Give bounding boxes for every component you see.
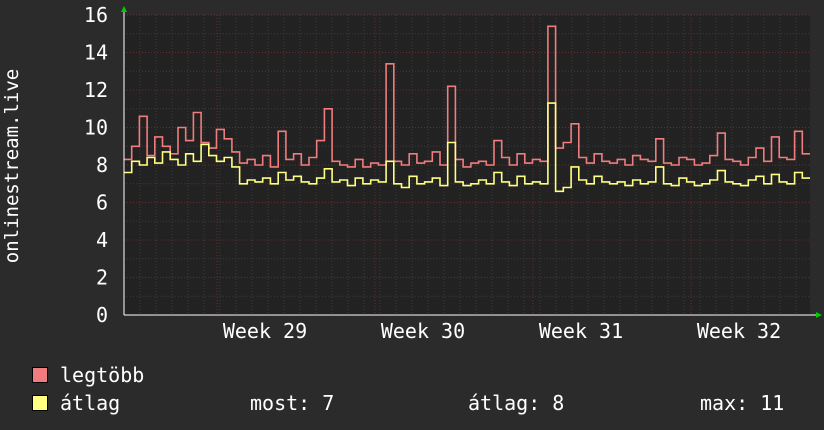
legend-label-avg: átlag [60, 391, 121, 415]
y-tick-label: 2 [96, 266, 108, 290]
x-tick-label: Week 30 [381, 319, 465, 343]
y-tick-label: 16 [84, 3, 108, 27]
legend-label-max: legtöbb [60, 363, 145, 387]
x-tick-label: Week 31 [539, 319, 623, 343]
y-tick-label: 10 [84, 116, 108, 140]
legend-swatch-max [32, 367, 48, 383]
y-tick-label: 14 [84, 41, 108, 65]
chart: 0246810121416 Week 29 Week 30 Week 31 Week … [84, 3, 822, 343]
y-tick-label: 12 [84, 78, 108, 102]
stat-average: átlag: 8 [468, 391, 565, 415]
legend-item-max: legtöbb [32, 363, 145, 387]
x-axis-ticks: Week 29 Week 30 Week 31 Week 32 [223, 319, 781, 343]
legend-swatch-avg [32, 395, 48, 411]
stat-now: most: 7 [250, 391, 335, 415]
x-axis-arrow [816, 312, 822, 318]
y-tick-label: 4 [96, 228, 108, 252]
y-axis-arrow [121, 6, 127, 12]
stat-max: max: 11 [700, 391, 785, 415]
legend-item-avg: átlag [32, 391, 121, 415]
legend: legtöbb átlag most: 7 átlag: 8 max: 11 [0, 360, 824, 430]
y-axis-ticks: 0 2 4 6 8 10 12 14 16 [84, 3, 108, 327]
y-tick-label: 0 [96, 303, 108, 327]
y-tick-label: 6 [96, 191, 108, 215]
y-axis-label-wrap: onlinestream.live [0, 0, 24, 318]
x-tick-label: Week 32 [697, 319, 781, 343]
y-tick-label: 8 [96, 153, 108, 177]
grid [124, 14, 810, 315]
x-tick-label: Week 29 [223, 319, 307, 343]
y-axis-label: onlinestream.live [1, 68, 23, 264]
